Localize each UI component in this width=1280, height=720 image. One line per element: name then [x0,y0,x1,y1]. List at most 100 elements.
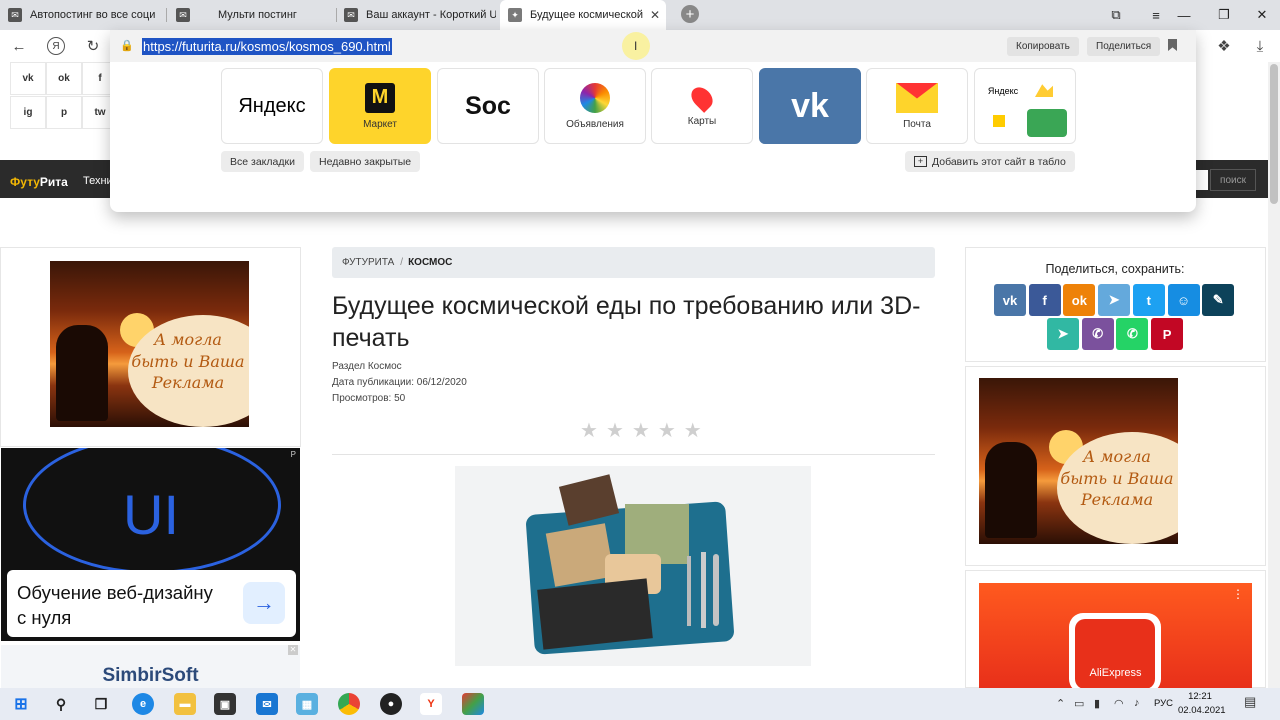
share-pinterest-icon[interactable]: P [1151,318,1184,350]
gallery-icon [1035,84,1053,97]
minimize-icon[interactable]: — [1164,0,1204,30]
all-bookmarks-button[interactable]: Все закладки [221,151,304,172]
reload-icon[interactable]: ↻ [83,36,103,56]
tab-short-url[interactable]: ✉ Ваш аккаунт - Короткий U [336,0,496,30]
network-icon[interactable]: ▭ [1074,697,1084,710]
tab-favicon-icon: ✉ [8,8,22,22]
star-icon[interactable]: ★ [632,418,650,442]
share-odnoklassniki-icon[interactable]: ok [1063,284,1096,316]
language-indicator[interactable]: РУС [1154,698,1173,709]
fishing-ad-image[interactable]: А могла быть и Ваша Реклама [50,261,249,427]
maximize-icon[interactable]: ❐ [1204,0,1244,30]
lock-icon[interactable]: 🔒 [120,39,134,52]
breadcrumb-section[interactable]: КОСМОС [408,257,452,268]
battery-icon[interactable]: ▮ [1094,697,1100,710]
app-icon[interactable] [462,693,484,715]
share-title: Поделиться, сохранить: [1045,262,1185,276]
wifi-icon[interactable]: ◠ [1114,697,1124,710]
share-vk-icon[interactable]: vk [994,284,1026,316]
share-whatsapp-icon[interactable]: ✆ [1116,318,1149,350]
tile-mail[interactable]: Почта [866,68,968,144]
close-tab-icon[interactable]: ✕ [650,8,660,22]
chrome-icon[interactable] [338,693,360,715]
volume-icon[interactable]: ♪ [1134,697,1140,709]
ok-icon[interactable]: ok [46,62,82,95]
close-window-icon[interactable]: ✕ [1242,0,1280,30]
site-logo[interactable]: ФутуРита [10,175,68,189]
file-explorer-icon[interactable]: ▬ [174,693,196,715]
tab-bar: ✉ Автопостинг во все соци ✉ Мульти пости… [0,0,1280,30]
mail-app-icon[interactable]: ✉ [256,693,278,715]
tile-market[interactable]: M Маркет [329,68,431,144]
photos-icon[interactable]: ▦ [296,693,318,715]
tab-title: Ваш аккаунт - Короткий U [366,9,496,21]
vk-icon[interactable]: vk [10,62,46,95]
aliexpress-ad[interactable]: AliExpress ⋮ [979,583,1252,688]
windows-start-icon[interactable]: ⊞ [10,693,32,715]
tile-yandex-folder[interactable]: Яндекс [974,68,1076,144]
pinterest-icon[interactable]: p [46,96,82,129]
music-icon [1027,109,1067,137]
star-icon[interactable]: ★ [658,418,676,442]
fishing-ad-image[interactable]: А могла быть и Ваша Реклама [979,378,1178,544]
more-icon[interactable]: ⋮ [1232,587,1244,601]
share-facebook-icon[interactable]: f [1028,284,1061,316]
extensions-icon[interactable]: ❖ [1214,36,1234,56]
address-bar[interactable]: 🔒 https://futurita.ru/kosmos/kosmos_690.… [110,30,1196,62]
notifications-icon[interactable]: ▤ [1244,694,1256,710]
edge-icon[interactable]: e [132,693,154,715]
yandex-browser-icon[interactable]: Y [420,693,442,715]
tab-autoposting[interactable]: ✉ Автопостинг во все соци [0,0,162,30]
share-telegram-icon[interactable]: ➤ [1098,284,1131,316]
ui-course-ad[interactable]: UI P Обучение веб-дизайну с нуля → [1,448,300,641]
simbirsoft-ad[interactable]: SimbirSoft ✕ [1,645,300,690]
breadcrumb-home[interactable]: ФУТУРИТА [342,257,394,268]
bookmarks-panel-icon[interactable]: ⧉ [1096,0,1136,30]
copy-button[interactable]: Копировать [1007,37,1079,56]
tab-multiposting[interactable]: ✉ Мульти постинг [168,0,334,30]
share-livejournal-icon[interactable]: ✎ [1202,284,1235,316]
arrow-right-icon[interactable]: → [243,582,285,624]
close-ad-icon[interactable]: ✕ [288,645,298,655]
tile-maps[interactable]: Карты [651,68,753,144]
back-icon[interactable]: ← [9,36,29,56]
star-icon[interactable]: ★ [606,418,624,442]
tab-favicon-icon: ✦ [508,8,522,22]
tab-title: Автопостинг во все соци [30,9,156,21]
search-button[interactable]: поиск [1210,169,1256,191]
vk-logo-icon: vk [791,86,829,125]
article-date: Дата публикации: 06/12/2020 [332,377,467,388]
share-viber-icon[interactable]: ✆ [1081,318,1114,350]
share-button[interactable]: Поделиться [1087,37,1161,56]
instagram-icon[interactable]: ig [10,96,46,129]
tile-vk[interactable]: vk [759,68,861,144]
tile-soc[interactable]: Soc [437,68,539,144]
share-yandex-messenger-icon[interactable]: ➤ [1047,318,1079,350]
article-section: Раздел Космос [332,361,402,372]
nav-link-tech[interactable]: Техни [83,175,113,187]
tile-yandex[interactable]: Яндекс [221,68,323,144]
share-twitter-icon[interactable]: t [1132,284,1165,316]
star-icon[interactable]: ★ [684,418,702,442]
article-views: Просмотров: 50 [332,393,406,404]
new-tab-icon[interactable]: + [681,5,699,23]
tab-active-article[interactable]: ✦ Будущее космической ✕ [500,0,666,30]
tray-chevron-icon[interactable]: ⌃ [1056,697,1065,710]
clock[interactable]: 12:21 02.04.2021 [1178,690,1226,718]
share-moimir-icon[interactable]: ☺ [1167,284,1200,316]
bookmark-icon[interactable] [1168,39,1177,51]
search-icon[interactable]: ⚲ [50,693,72,715]
yandex-icon[interactable]: Я [47,37,65,55]
add-to-dial-button[interactable]: + Добавить этот сайт в табло [905,151,1075,172]
task-view-icon[interactable]: ❒ [90,693,112,715]
store-icon[interactable]: ▣ [214,693,236,715]
downloads-icon[interactable]: ⤓ [1250,36,1270,56]
recently-closed-button[interactable]: Недавно закрытые [310,151,421,172]
scrollbar-thumb[interactable] [1270,64,1278,204]
url-field[interactable]: https://futurita.ru/kosmos/kosmos_690.ht… [142,38,392,55]
rating-stars[interactable]: ★ ★ ★ ★ ★ [580,418,720,442]
star-icon[interactable]: ★ [580,418,598,442]
ad-badge: P [290,450,296,459]
tile-classifieds[interactable]: Объявления [544,68,646,144]
recorder-icon[interactable]: ● [380,693,402,715]
